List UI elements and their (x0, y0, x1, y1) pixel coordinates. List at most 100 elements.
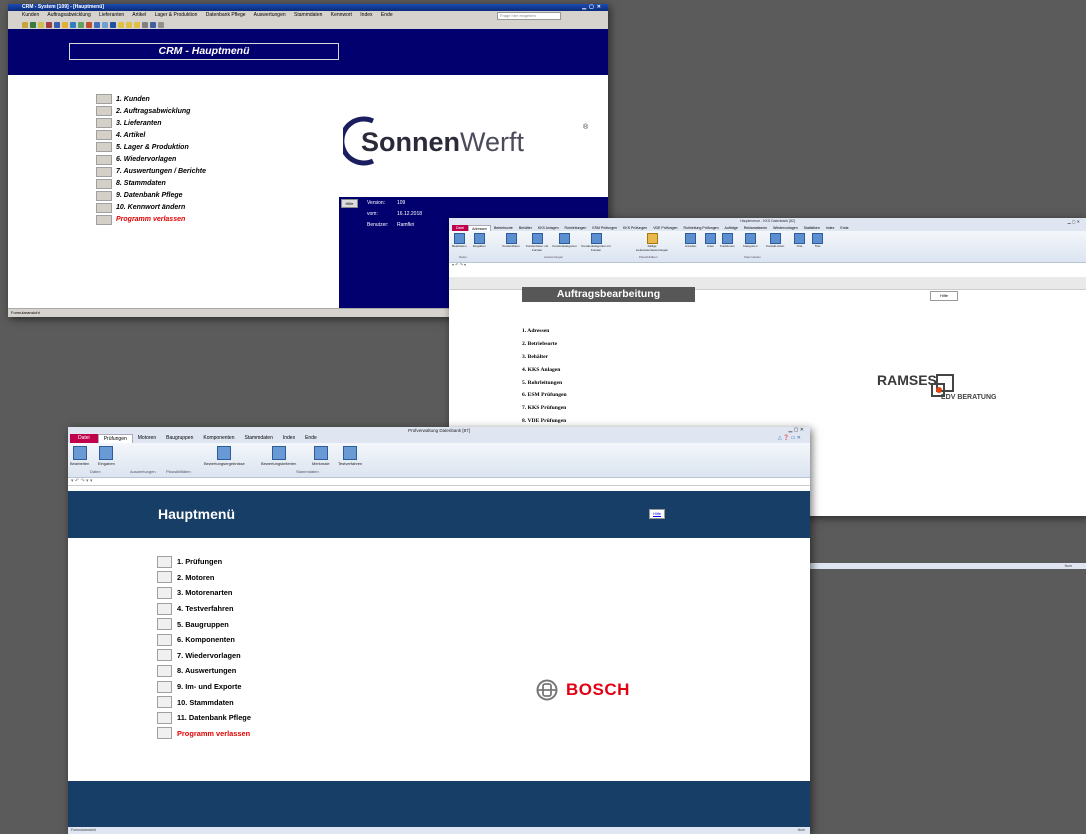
ribbon-kontakt-arten[interactable]: Kontakt-Arten (766, 233, 784, 249)
ribbon-titel[interactable]: Titel (812, 233, 823, 249)
nav-button[interactable] (96, 202, 112, 213)
menu-kennwort[interactable]: Kennwort (331, 12, 352, 18)
ribbon-kundenlisten[interactable]: Kundenlisten (500, 233, 522, 249)
toolbar-icon[interactable] (86, 21, 92, 28)
ribbon-bearbeiten[interactable]: Bearbeiten (70, 446, 89, 467)
tab-pruefungen[interactable]: Prüfungen (97, 434, 133, 443)
ribbon-bewertungsergebnisse[interactable]: Bewertungsergebnisse (204, 446, 245, 467)
bosch-nav-item[interactable]: 2. Motoren (157, 570, 251, 586)
menu-lieferanten[interactable]: Lieferanten (99, 12, 124, 18)
bosch-nav-item[interactable]: 1. Prüfungen (157, 554, 251, 570)
crm-exit-item[interactable]: Programm verlassen (96, 214, 206, 226)
nav-button[interactable] (157, 571, 172, 584)
ramses-nav-item[interactable]: 4. KKS Anlagen (522, 364, 567, 377)
ramses-nav-item[interactable]: 5. Rohrleitungen (522, 377, 567, 390)
ramses-nav-item[interactable]: 3. Behälter (522, 351, 567, 364)
ramses-nav-item[interactable]: 7. KKS Prüfungen (522, 402, 567, 415)
ribbon-eingaben[interactable]: Eingaben (98, 446, 115, 467)
toolbar-icon[interactable] (30, 21, 36, 28)
crm-nav-item[interactable]: 4. Artikel (96, 129, 206, 141)
toolbar-icon[interactable] (158, 21, 164, 28)
nav-button[interactable] (157, 696, 172, 709)
window-controls[interactable]: ▁ ▢ ✕ (788, 427, 804, 434)
menu-datenbank-pflege[interactable]: Datenbank Pflege (206, 12, 246, 18)
tab-datei[interactable]: Datei (70, 434, 98, 443)
window-controls[interactable]: ▁ ▢ ✕ (1068, 218, 1080, 225)
menu-artikel[interactable]: Artikel (132, 12, 146, 18)
ramses-nav-item[interactable]: 6. ESM Prüfungen (522, 389, 567, 402)
help-button[interactable]: Hilfe (649, 509, 665, 519)
ribbon-testverfahren[interactable]: Testverfahren (338, 446, 362, 467)
toolbar-icon[interactable] (118, 21, 124, 28)
nav-button[interactable] (96, 142, 112, 153)
menu-stammdaten[interactable]: Stammdaten (294, 12, 322, 18)
quick-access-toolbar[interactable]: ▾ ↶ ↷ ▾ (449, 263, 1086, 267)
ribbon-kategorien[interactable]: Kategorien (743, 233, 758, 249)
nav-button[interactable] (96, 178, 112, 189)
crm-nav-item[interactable]: 10. Kennwort ändern (96, 202, 206, 214)
nav-button[interactable] (96, 166, 112, 177)
tab-index[interactable]: Index (278, 434, 300, 443)
ask-question-input[interactable]: Frage hier eingeben (497, 12, 561, 20)
window-controls[interactable]: ▁▢✕ (582, 4, 604, 11)
bosch-nav-item[interactable]: 10. Stammdaten (157, 694, 251, 710)
menu-kunden[interactable]: Kunden (22, 12, 39, 18)
bosch-nav-item[interactable]: 6. Komponenten (157, 632, 251, 648)
nav-button[interactable] (96, 130, 112, 141)
toolbar-icon[interactable] (102, 21, 108, 28)
tab-komponenten[interactable]: Komponenten (198, 434, 239, 443)
ribbon-anreden[interactable]: Anreden (685, 233, 696, 249)
bosch-nav-item[interactable]: 8. Auswertungen (157, 663, 251, 679)
toolbar-icon[interactable] (142, 21, 148, 28)
toolbar-icon[interactable] (134, 21, 140, 28)
nav-button[interactable] (157, 618, 172, 631)
nav-button[interactable] (96, 94, 112, 105)
quick-access-toolbar[interactable]: ▾ ↶ ↷ ▾ ▾ (68, 478, 810, 486)
crm-nav-item[interactable]: 2. Auftragsabwicklung (96, 105, 206, 117)
toolbar-icon[interactable] (78, 21, 84, 28)
ribbon-funktionen[interactable]: Funktionen (720, 233, 735, 249)
tab-ende[interactable]: Ende (300, 434, 322, 443)
crm-nav-item[interactable]: 8. Stammdaten (96, 178, 206, 190)
toolbar-icon[interactable] (62, 21, 68, 28)
ribbon-orte[interactable]: Orte (794, 233, 805, 249)
bosch-nav-item[interactable]: 4. Testverfahren (157, 601, 251, 617)
toolbar-icon[interactable] (22, 21, 28, 28)
crm-nav-item[interactable]: 1. Kunden (96, 93, 206, 105)
crm-nav-item[interactable]: 9. Datenbank Pflege (96, 190, 206, 202)
tab-motoren[interactable]: Motoren (133, 434, 161, 443)
toolbar-icon[interactable] (38, 21, 44, 28)
nav-button[interactable] (96, 118, 112, 129)
toolbar-icon[interactable] (94, 21, 100, 28)
crm-nav-item[interactable]: 3. Lieferanten (96, 117, 206, 129)
bosch-nav-item[interactable]: 9. Im- und Exporte (157, 679, 251, 695)
nav-button[interactable] (157, 633, 172, 646)
tab-baugruppen[interactable]: Baugruppen (161, 434, 198, 443)
ribbon-bewertungskriterien[interactable]: Bewertungskriterien (261, 446, 296, 467)
toolbar-icon[interactable] (54, 21, 60, 28)
nav-button[interactable] (96, 106, 112, 117)
nav-button[interactable] (157, 602, 172, 615)
ribbon-arten[interactable]: Arten (705, 233, 716, 249)
nav-button[interactable] (157, 711, 172, 724)
tab-stammdaten[interactable]: Stammdaten (240, 434, 278, 443)
toolbar-icon[interactable] (46, 21, 52, 28)
crm-nav-item[interactable]: 7. Auswertungen / Berichte (96, 166, 206, 178)
toolbar-icon[interactable] (70, 21, 76, 28)
help-button[interactable]: Hilfe (341, 199, 358, 208)
bosch-nav-item[interactable]: 3. Motorenarten (157, 585, 251, 601)
nav-button[interactable] (157, 664, 172, 677)
bosch-exit-item[interactable]: Programm verlassen (157, 726, 251, 742)
nav-button[interactable] (157, 680, 172, 693)
nav-button[interactable] (96, 190, 112, 201)
ramses-nav-item[interactable]: 1. Adressen (522, 325, 567, 338)
bosch-nav-item[interactable]: 7. Wiedervorlagen (157, 648, 251, 664)
ribbon-kundenlisten-mit-kunden[interactable]: Kundenlisten mit Kunden (524, 233, 550, 252)
crm-nav-item[interactable]: 6. Wiedervorlagen (96, 153, 206, 165)
ramses-nav-item[interactable]: 2. Betriebsorte (522, 338, 567, 351)
crm-nav-item[interactable]: 5. Lager & Produktion (96, 141, 206, 153)
toolbar-icon[interactable] (150, 21, 156, 28)
exit-button[interactable] (157, 727, 172, 740)
ribbon-merkmale[interactable]: Merkmale (312, 446, 330, 467)
ribbon-kundenkategorien-mit-kunden[interactable]: Kundenkategorien mit Kunden (579, 233, 613, 252)
